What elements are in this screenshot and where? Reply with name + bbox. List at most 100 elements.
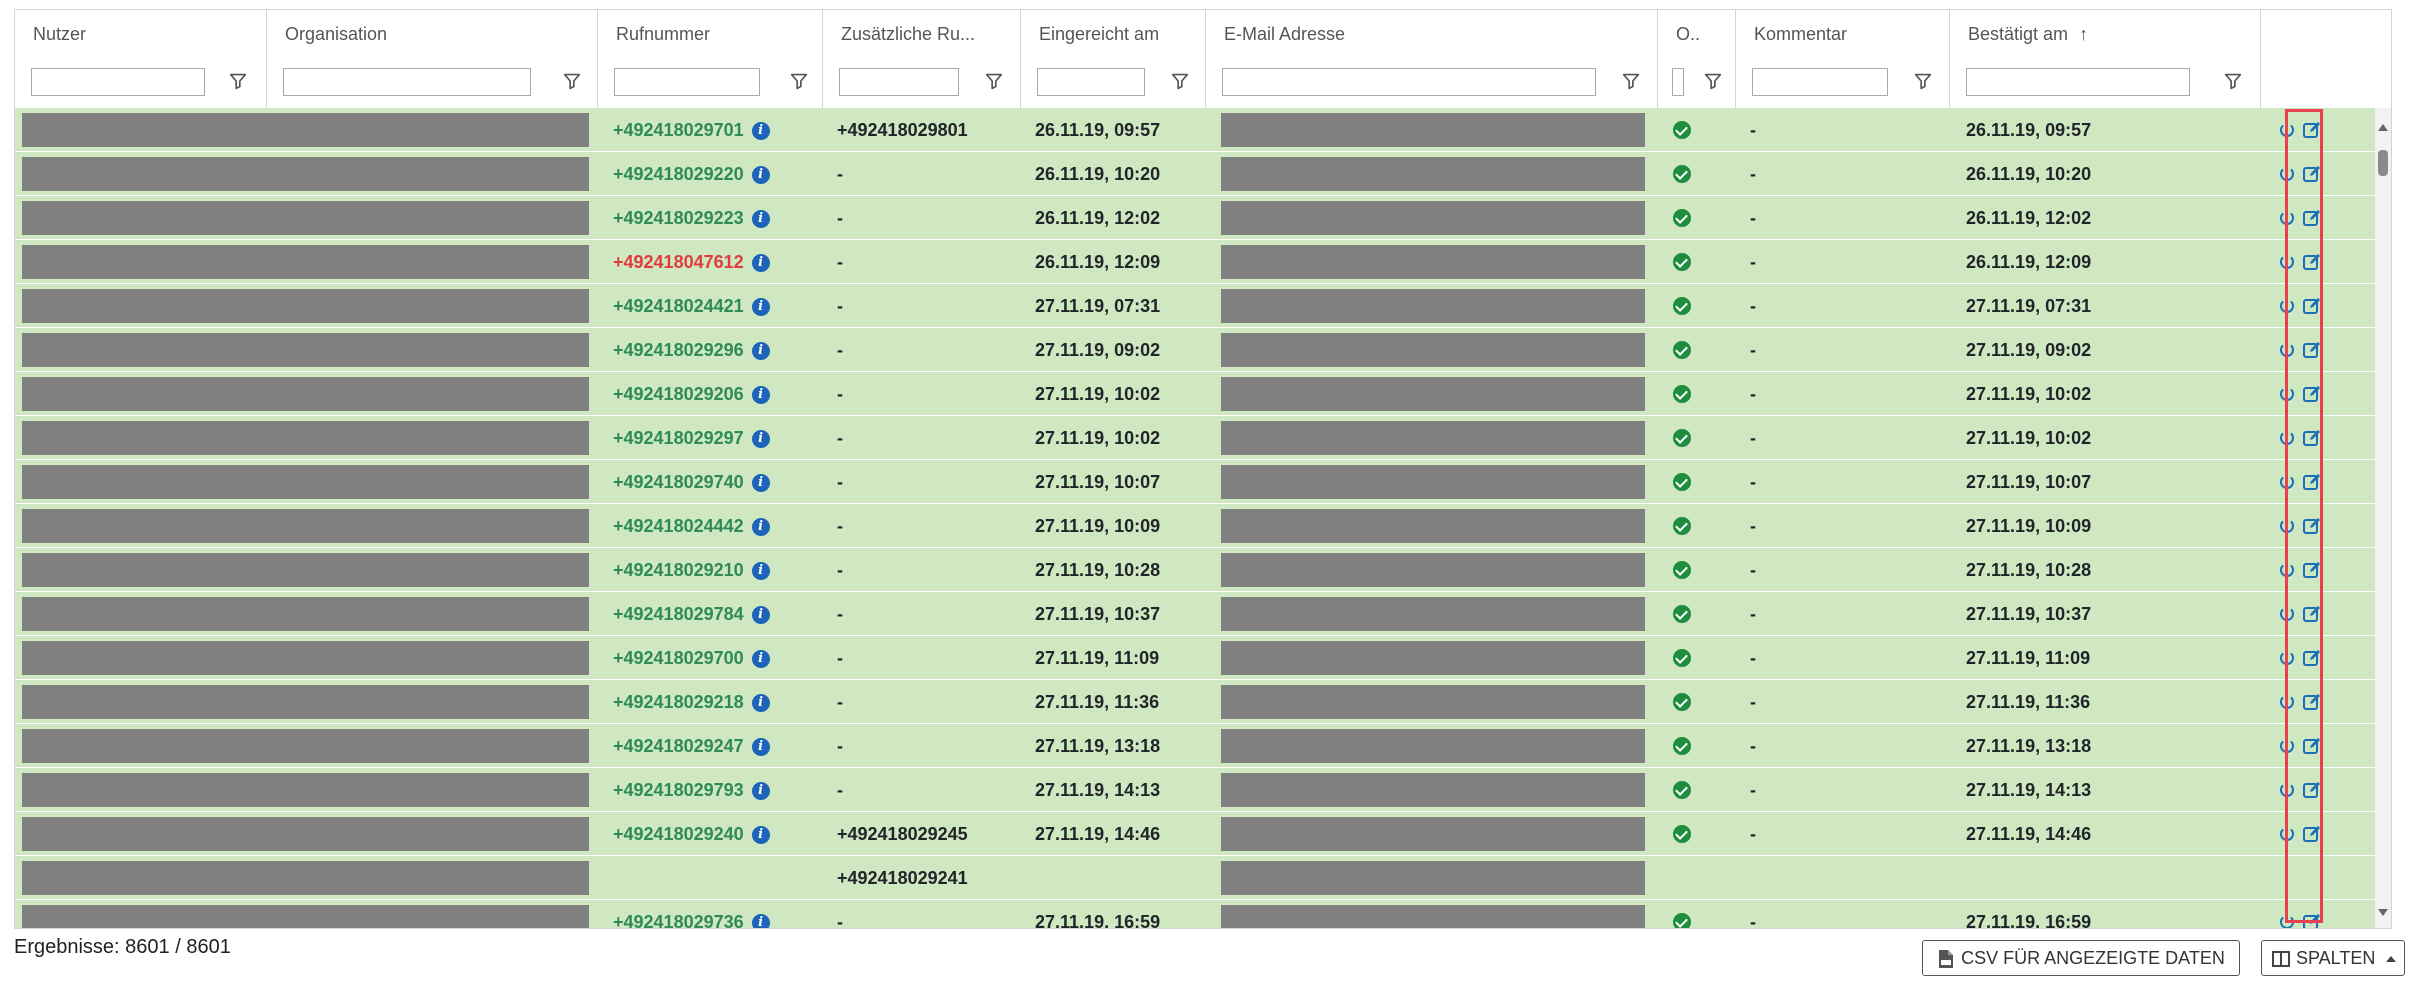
power-icon[interactable]: [2277, 824, 2297, 844]
info-icon[interactable]: i: [751, 562, 770, 581]
power-icon[interactable]: [2277, 648, 2297, 668]
info-icon[interactable]: i: [751, 210, 770, 229]
info-icon[interactable]: i: [751, 430, 770, 449]
filter-input-nutzer[interactable]: [31, 68, 205, 96]
table-row[interactable]: +492418029240 i +492418029245 27.11.19, 14:…: [15, 812, 2377, 856]
filter-input-eingereicht-am[interactable]: [1037, 68, 1145, 96]
info-icon[interactable]: i: [751, 518, 770, 537]
info-icon[interactable]: i: [751, 738, 770, 757]
power-icon[interactable]: [2277, 780, 2297, 800]
edit-icon[interactable]: [2302, 560, 2322, 580]
info-icon[interactable]: i: [751, 650, 770, 669]
column-header-email[interactable]: E-Mail Adresse: [1206, 10, 1658, 58]
info-icon[interactable]: i: [751, 298, 770, 317]
table-row[interactable]: +492418024442 i - 27.11.19, 10:09 - 27.11.19,…: [15, 504, 2377, 548]
table-row[interactable]: +492418029223 i - 26.11.19, 12:02 - 26.11.19,…: [15, 196, 2377, 240]
table-row[interactable]: +492418029793 i - 27.11.19, 14:13 - 27.11.19,…: [15, 768, 2377, 812]
table-row[interactable]: +492418029247 i - 27.11.19, 13:18 - 27.11.19,…: [15, 724, 2377, 768]
column-header-eingereicht-am[interactable]: Eingereicht am: [1021, 10, 1206, 58]
edit-icon[interactable]: [2302, 208, 2322, 228]
filter-icon[interactable]: [2222, 70, 2244, 92]
table-row[interactable]: +492418029736 i - 27.11.19, 16:59 - 27.11.19,…: [15, 900, 2377, 929]
filter-icon[interactable]: [1620, 70, 1642, 92]
column-header-kommentar[interactable]: Kommentar: [1736, 10, 1950, 58]
power-icon[interactable]: [2277, 516, 2297, 536]
table-row[interactable]: +492418029297 i - 27.11.19, 10:02 - 27.11.19,…: [15, 416, 2377, 460]
table-row[interactable]: +492418024421 i - 27.11.19, 07:31 - 27.11.19,…: [15, 284, 2377, 328]
scroll-up-arrow[interactable]: [2378, 124, 2388, 131]
info-icon[interactable]: i: [751, 694, 770, 713]
edit-icon[interactable]: [2302, 340, 2322, 360]
edit-icon[interactable]: [2302, 384, 2322, 404]
info-icon[interactable]: i: [751, 914, 770, 928]
filter-input-status[interactable]: [1672, 68, 1684, 96]
table-row-continuation[interactable]: +492418029241: [15, 856, 2377, 900]
filter-icon[interactable]: [561, 70, 583, 92]
power-icon[interactable]: [2277, 164, 2297, 184]
column-header-bestaetigt-am[interactable]: Bestätigt am ↑: [1950, 10, 2261, 58]
filter-icon[interactable]: [1912, 70, 1934, 92]
info-icon[interactable]: i: [751, 166, 770, 185]
edit-icon[interactable]: [2302, 912, 2322, 929]
info-icon[interactable]: i: [751, 122, 770, 141]
filter-icon[interactable]: [983, 70, 1005, 92]
filter-icon[interactable]: [1702, 70, 1724, 92]
table-row[interactable]: +492418029784 i - 27.11.19, 10:37 - 27.11.19,…: [15, 592, 2377, 636]
filter-input-email[interactable]: [1222, 68, 1596, 96]
power-icon[interactable]: [2277, 472, 2297, 492]
filter-input-kommentar[interactable]: [1752, 68, 1888, 96]
edit-icon[interactable]: [2302, 296, 2322, 316]
power-icon[interactable]: [2277, 692, 2297, 712]
filter-input-zusaetzliche-rufnummer[interactable]: [839, 68, 959, 96]
power-icon[interactable]: [2277, 736, 2297, 756]
table-row[interactable]: +492418029700 i - 27.11.19, 11:09 - 27.11.19,…: [15, 636, 2377, 680]
table-row[interactable]: +492418029218 i - 27.11.19, 11:36 - 27.11.19,…: [15, 680, 2377, 724]
info-icon[interactable]: i: [751, 782, 770, 801]
info-icon[interactable]: i: [751, 826, 770, 845]
edit-icon[interactable]: [2302, 824, 2322, 844]
info-icon[interactable]: i: [751, 606, 770, 625]
power-icon[interactable]: [2277, 560, 2297, 580]
table-row[interactable]: +492418029220 i - 26.11.19, 10:20 - 26.11.19,…: [15, 152, 2377, 196]
edit-icon[interactable]: [2302, 252, 2322, 272]
column-header-zusaetzliche-rufnummer[interactable]: Zusätzliche Ru...: [823, 10, 1021, 58]
table-row[interactable]: +492418029206 i - 27.11.19, 10:02 - 27.11.19,…: [15, 372, 2377, 416]
power-icon[interactable]: [2277, 252, 2297, 272]
power-icon[interactable]: [2277, 912, 2297, 929]
table-row[interactable]: +492418029740 i - 27.11.19, 10:07 - 27.11.19,…: [15, 460, 2377, 504]
filter-input-rufnummer[interactable]: [614, 68, 760, 96]
power-icon[interactable]: [2277, 120, 2297, 140]
edit-icon[interactable]: [2302, 604, 2322, 624]
column-header-status[interactable]: O..: [1658, 10, 1736, 58]
csv-export-button[interactable]: CSV FÜR ANGEZEIGTE DATEN: [1922, 940, 2240, 976]
edit-icon[interactable]: [2302, 120, 2322, 140]
edit-icon[interactable]: [2302, 692, 2322, 712]
power-icon[interactable]: [2277, 604, 2297, 624]
scroll-thumb[interactable]: [2378, 150, 2388, 176]
edit-icon[interactable]: [2302, 516, 2322, 536]
filter-icon[interactable]: [1169, 70, 1191, 92]
info-icon[interactable]: i: [751, 342, 770, 361]
edit-icon[interactable]: [2302, 164, 2322, 184]
edit-icon[interactable]: [2302, 736, 2322, 756]
scroll-down-arrow[interactable]: [2378, 909, 2388, 916]
edit-icon[interactable]: [2302, 428, 2322, 448]
table-row[interactable]: +492418029296 i - 27.11.19, 09:02 - 27.11.19,…: [15, 328, 2377, 372]
table-row[interactable]: +492418029701 i +492418029801 26.11.19, 09:…: [15, 108, 2377, 152]
power-icon[interactable]: [2277, 384, 2297, 404]
filter-icon[interactable]: [227, 70, 249, 92]
columns-button[interactable]: SPALTEN: [2261, 940, 2405, 976]
power-icon[interactable]: [2277, 296, 2297, 316]
filter-input-bestaetigt-am[interactable]: [1966, 68, 2190, 96]
table-row[interactable]: +492418029210 i - 27.11.19, 10:28 - 27.11.19,…: [15, 548, 2377, 592]
power-icon[interactable]: [2277, 208, 2297, 228]
info-icon[interactable]: i: [751, 386, 770, 405]
power-icon[interactable]: [2277, 340, 2297, 360]
vertical-scrollbar[interactable]: [2375, 108, 2391, 928]
filter-icon[interactable]: [788, 70, 810, 92]
filter-input-organisation[interactable]: [283, 68, 531, 96]
column-header-organisation[interactable]: Organisation: [267, 10, 598, 58]
edit-icon[interactable]: [2302, 648, 2322, 668]
column-header-nutzer[interactable]: Nutzer: [15, 10, 267, 58]
power-icon[interactable]: [2277, 428, 2297, 448]
